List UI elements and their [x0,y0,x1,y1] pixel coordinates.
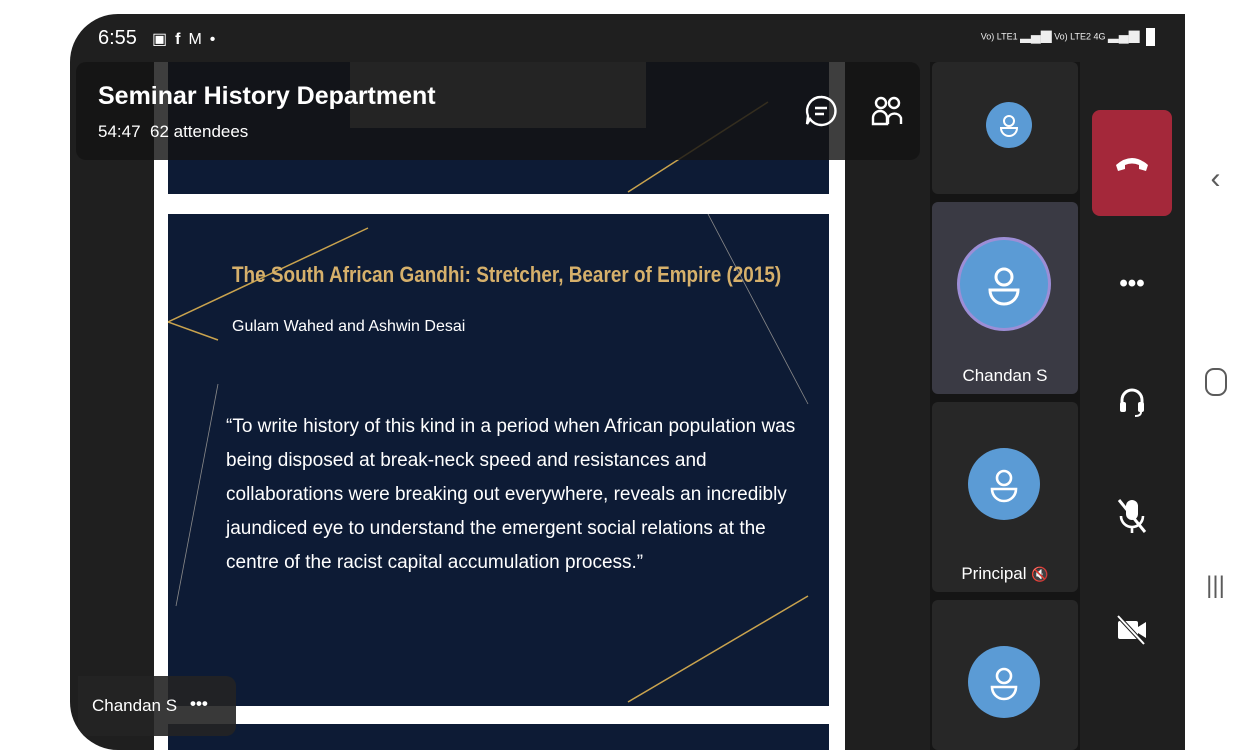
participant-tile[interactable]: Principal 🔇 [932,402,1078,592]
shared-screen: The South African Gandhi: Stretcher, Bea… [154,62,845,750]
avatar [968,646,1040,718]
call-controls: ••• [1082,62,1185,750]
meeting-info: 54:47 62 attendees [98,122,248,142]
signal-label-1: Vo) LTE1 [980,31,1018,42]
participant-tile[interactable] [932,62,1078,194]
hang-up-icon [1116,158,1148,171]
participant-panel: Chandan S Principal 🔇 [930,62,1080,750]
status-bar: 6:55 ▣fM• Vo) LTE1 ▂▄▆ Vo) LTE2 4G ▂▄▆ [70,14,1185,62]
status-time: 6:55 [98,27,137,49]
avatar [968,448,1040,520]
avatar [986,102,1032,148]
home-nav-button[interactable] [1185,368,1246,404]
participant-name: Principal [961,564,1027,583]
back-nav-button[interactable]: ‹ [1185,162,1246,196]
signal-indicators: Vo) LTE1 ▂▄▆ Vo) LTE2 4G ▂▄▆ [980,26,1155,46]
dot-icon: • [209,31,224,48]
signal-label-2: Vo) LTE2 [1054,31,1091,42]
person-icon [990,667,1018,701]
person-icon [988,267,1020,306]
self-view-name: Chandan S [92,696,178,715]
participant-tile[interactable]: Chandan S [932,202,1078,394]
slide-authors: Gulam Wahed and Ashwin Desai [232,318,466,335]
participant-name: Chandan S [962,366,1048,385]
meeting-screen: 6:55 ▣fM• Vo) LTE1 ▂▄▆ Vo) LTE2 4G ▂▄▆ T… [70,14,1185,750]
system-nav-bar: ‹ ||| [1185,0,1246,753]
home-icon [1204,368,1227,396]
more-options-button[interactable]: ••• [1092,256,1172,312]
slide-next [168,724,829,750]
network-type: 4G [1093,31,1106,42]
attendee-count: 62 attendees [150,122,249,141]
meeting-duration: 54:47 [98,122,141,141]
meeting-header: Seminar History Department 54:47 62 atte… [76,62,920,160]
mic-muted-icon: 🔇 [1031,566,1049,582]
audio-button[interactable] [1092,374,1172,430]
mic-off-icon [1117,499,1147,533]
notification-icons: ▣fM• [152,29,223,49]
avatar [960,240,1048,328]
recents-nav-button[interactable]: ||| [1185,572,1246,600]
person-icon [990,469,1018,503]
participant-name-row: Principal 🔇 [932,564,1078,584]
signal-bars-icon: ▂▄▆ [1108,26,1140,43]
meeting-title: Seminar History Department [98,82,436,110]
self-view[interactable]: Chandan S ••• [78,676,236,736]
chat-icon[interactable] [802,92,840,130]
slide-quote: “To write history of this kind in a peri… [226,416,796,573]
gallery-icon: ▣ [152,31,176,48]
person-icon [999,115,1019,137]
participants-icon[interactable] [868,92,906,130]
self-view-more-button[interactable]: ••• [190,694,208,714]
facebook-icon: f [175,31,189,48]
camera-button[interactable] [1092,602,1172,658]
battery-icon [1146,28,1155,46]
video-off-icon [1116,614,1146,646]
headset-icon [1120,388,1144,417]
signal-bars-icon: ▂▄▆ [1020,26,1052,43]
mute-button[interactable] [1092,488,1172,544]
end-call-button[interactable] [1092,110,1172,216]
slide-title: The South African Gandhi: Stretcher, Bea… [232,262,782,287]
gmail-icon: M [188,31,210,48]
slide-current: The South African Gandhi: Stretcher, Bea… [168,214,829,706]
participant-tile[interactable] [932,600,1078,750]
